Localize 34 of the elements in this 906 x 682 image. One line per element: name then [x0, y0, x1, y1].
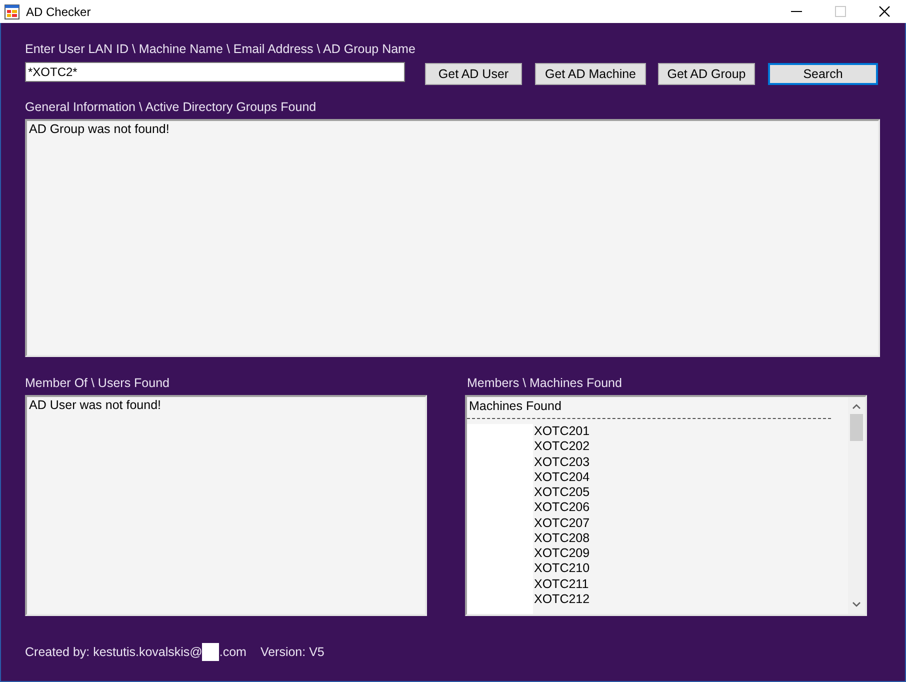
member-of-textbox[interactable]: AD User was not found!: [25, 395, 427, 616]
machine-name: XOTC210: [534, 561, 590, 576]
action-button[interactable]: Get AD User: [425, 63, 522, 85]
machines-list-box[interactable]: Machines Found XOTC201 XOTC202 XOTC203 XOTC204 XOTC205 XOTC206 XOTC207 XOTC208 XOTC209 XOTC210 XOTC211 XOTC212: [465, 395, 867, 616]
general-info-textbox[interactable]: AD Group was not found!: [25, 119, 880, 357]
machine-name: XOTC204: [534, 470, 590, 485]
app-icon: [4, 4, 20, 20]
machine-name: XOTC211: [534, 576, 590, 592]
scrollbar[interactable]: [848, 397, 865, 614]
machine-name: XOTC205: [534, 485, 590, 500]
redaction-block: [202, 643, 220, 661]
machine-name: XOTC201: [534, 424, 590, 440]
author-text: Created by: kestutis.kovalskis@: [25, 645, 202, 659]
list-heading: Machines Found: [467, 397, 831, 419]
machine-name: XOTC207: [534, 516, 590, 531]
search-field[interactable]: *XOTC2*: [25, 62, 405, 82]
section-label: Members \ Machines Found: [467, 376, 622, 390]
machine-name: XOTC209: [534, 546, 590, 562]
close-icon[interactable]: [878, 6, 890, 17]
machine-name: XOTC212: [534, 592, 590, 607]
field-label: Enter User LAN ID \ Machine Name \ Email Address \ AD Group Name: [25, 42, 416, 56]
section-label: Member Of \ Users Found: [25, 376, 170, 390]
section-label: General Information \ Active Directory Groups Found: [25, 100, 316, 114]
machine-name: XOTC203: [534, 454, 590, 470]
action-button[interactable]: Get AD Group: [658, 63, 755, 85]
action-button[interactable]: Search: [768, 63, 878, 85]
domain-text: .com: [219, 645, 246, 659]
version-text: Version: V5: [260, 645, 324, 659]
machine-name: XOTC206: [534, 500, 590, 516]
action-button[interactable]: Get AD Machine: [535, 63, 646, 85]
machine-name: XOTC208: [534, 530, 590, 546]
machine-name: XOTC202: [534, 439, 590, 454]
scrollbar-thumb[interactable]: [850, 414, 863, 441]
window-title: AD Checker: [26, 4, 91, 18]
